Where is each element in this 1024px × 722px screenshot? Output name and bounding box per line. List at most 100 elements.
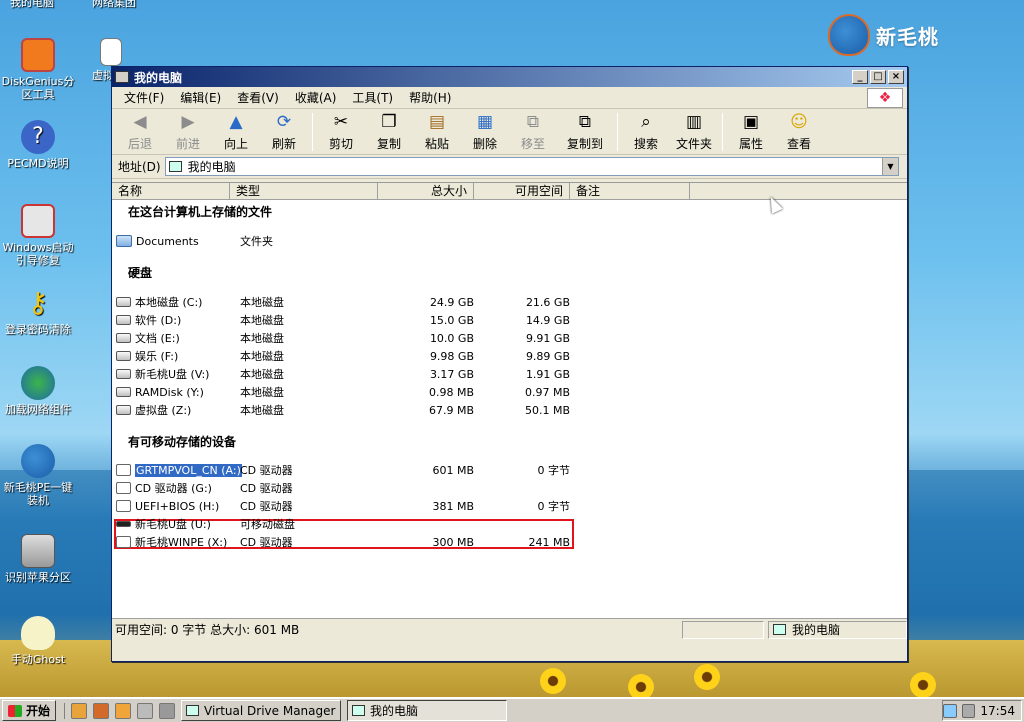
desktop-icon-diskgenius[interactable]: DiskGenius分 区工具 bbox=[0, 38, 80, 101]
list-item[interactable]: 文档 (E:) 本地磁盘 10.0 GB 9.91 GB bbox=[116, 329, 570, 347]
list-item[interactable]: CD 驱动器 (G:) CD 驱动器 bbox=[116, 479, 293, 497]
cut-button[interactable]: ✂ 剪切 bbox=[317, 111, 365, 152]
installer-icon bbox=[21, 444, 55, 478]
close-button[interactable]: × bbox=[888, 70, 904, 84]
peach-logo-icon bbox=[828, 14, 870, 56]
list-item[interactable]: 新毛桃U盘 (V:) 本地磁盘 3.17 GB 1.91 GB bbox=[116, 365, 570, 383]
desktop-label-network[interactable]: 网络集团 bbox=[92, 0, 136, 10]
item-type: 本地磁盘 bbox=[240, 332, 284, 345]
forward-button[interactable]: ▶ 前进 bbox=[164, 111, 212, 152]
menu-favorites[interactable]: 收藏(A) bbox=[287, 87, 345, 108]
desktop-icon-network[interactable]: 加载网络组件 bbox=[0, 366, 80, 416]
desktop-icon-ghost[interactable]: 手动Ghost bbox=[0, 616, 80, 666]
search-button[interactable]: ⌕ 搜索 bbox=[622, 111, 670, 152]
item-name: 文档 (E:) bbox=[135, 332, 180, 345]
item-name: UEFI+BIOS (H:) bbox=[135, 499, 220, 513]
maximize-button[interactable]: □ bbox=[870, 70, 886, 84]
tray-usb-icon[interactable] bbox=[961, 703, 976, 718]
list-item[interactable]: 软件 (D:) 本地磁盘 15.0 GB 14.9 GB bbox=[116, 311, 570, 329]
menu-edit[interactable]: 编辑(E) bbox=[172, 87, 229, 108]
desktop-label-computer[interactable]: 我的电脑 bbox=[10, 0, 54, 10]
start-button[interactable]: 开始 bbox=[2, 700, 57, 721]
folder-icon bbox=[116, 235, 132, 247]
column-free[interactable]: 可用空间 bbox=[474, 183, 570, 199]
cd-drive-icon bbox=[116, 464, 131, 476]
column-name[interactable]: 名称 bbox=[112, 183, 230, 199]
menu-tools[interactable]: 工具(T) bbox=[344, 87, 401, 108]
desktop-icon-pecmd[interactable]: ? PECMD说明 bbox=[0, 120, 80, 170]
menu-view[interactable]: 查看(V) bbox=[229, 87, 287, 108]
copy-to-icon: ⧉ bbox=[578, 112, 592, 132]
list-item[interactable]: UEFI+BIOS (H:) CD 驱动器 381 MB 0 字节 bbox=[116, 497, 570, 515]
task-my-computer[interactable]: 我的电脑 bbox=[347, 700, 508, 721]
list-item-selected[interactable]: GRTMPVOL_CN (A:) CD 驱动器 601 MB 0 字节 bbox=[116, 461, 570, 479]
toolbar-label: 文件夹 bbox=[675, 137, 712, 151]
toolbar-label: 剪切 bbox=[328, 137, 353, 151]
column-total[interactable]: 总大小 bbox=[378, 183, 474, 199]
item-type: 本地磁盘 bbox=[240, 386, 284, 399]
toolbar-label: 删除 bbox=[472, 137, 497, 151]
toolbar-label: 搜索 bbox=[633, 137, 658, 151]
key-icon: ⚷ bbox=[27, 286, 49, 319]
flower-decoration bbox=[694, 664, 720, 690]
move-to-button[interactable]: ⧉ 移至 bbox=[509, 111, 557, 152]
folders-button[interactable]: ▥ 文件夹 bbox=[670, 111, 718, 152]
item-free: 9.91 GB bbox=[525, 331, 570, 345]
computer-icon bbox=[352, 705, 366, 716]
desktop-icon-apple-partition[interactable]: 识别苹果分区 bbox=[0, 534, 80, 584]
list-item[interactable]: 虚拟盘 (Z:) 本地磁盘 67.9 MB 50.1 MB bbox=[116, 401, 570, 419]
menu-help[interactable]: 帮助(H) bbox=[401, 87, 459, 108]
views-button[interactable]: ☺ 查看 bbox=[775, 111, 823, 152]
quicklaunch-folder-icon[interactable] bbox=[115, 702, 132, 719]
task-label: 我的电脑 bbox=[370, 704, 419, 718]
copy-to-button[interactable]: ⧉ 复制到 bbox=[557, 111, 613, 152]
delete-button[interactable]: ▦ 删除 bbox=[461, 111, 509, 152]
quicklaunch-disk-icon[interactable] bbox=[137, 702, 154, 719]
menu-file[interactable]: 文件(F) bbox=[116, 87, 172, 108]
desktop-icon-boot-repair[interactable]: Windows启动 引导修复 bbox=[0, 204, 80, 267]
window-title: 我的电脑 bbox=[134, 70, 183, 85]
quick-launch bbox=[64, 702, 176, 719]
list-item[interactable]: 本地磁盘 (C:) 本地磁盘 24.9 GB 21.6 GB bbox=[116, 293, 570, 311]
quicklaunch-eraser-icon[interactable] bbox=[159, 702, 176, 719]
item-free: 241 MB bbox=[528, 535, 570, 549]
address-dropdown-button[interactable]: ▼ bbox=[882, 158, 898, 175]
desktop-icon-password[interactable]: ⚷ 登录密码清除 bbox=[0, 286, 80, 336]
minimize-button[interactable]: _ bbox=[852, 70, 868, 84]
back-button[interactable]: ◀ 后退 bbox=[116, 111, 164, 152]
desktop-icon-label: PECMD说明 bbox=[7, 157, 69, 170]
desktop-icon-installer[interactable]: 新毛桃PE一键 装机 bbox=[0, 444, 80, 507]
paste-button[interactable]: ▤ 粘贴 bbox=[413, 111, 461, 152]
quicklaunch-app-icon[interactable] bbox=[93, 702, 110, 719]
address-field[interactable]: 我的电脑 ▼ bbox=[164, 157, 899, 176]
list-item[interactable]: 娱乐 (F:) 本地磁盘 9.98 GB 9.89 GB bbox=[116, 347, 570, 365]
column-comment[interactable]: 备注 bbox=[570, 183, 690, 199]
toolbar-label: 复制到 bbox=[566, 137, 603, 151]
list-item[interactable]: RAMDisk (Y:) 本地磁盘 0.98 MB 0.97 MB bbox=[116, 383, 570, 401]
my-computer-window: 我的电脑 _ □ × 文件(F) 编辑(E) 查看(V) 收藏(A) 工具(T)… bbox=[111, 66, 908, 662]
task-label: Virtual Drive Manager bbox=[204, 703, 336, 718]
back-arrow-icon: ◀ bbox=[133, 112, 147, 132]
address-bar: 地址(D) 我的电脑 ▼ bbox=[112, 155, 907, 179]
folders-icon: ▥ bbox=[685, 112, 703, 132]
column-type[interactable]: 类型 bbox=[230, 183, 378, 199]
list-item[interactable]: 新毛桃WINPE (X:) CD 驱动器 300 MB 241 MB bbox=[116, 533, 570, 551]
list-item[interactable]: Documents 文件夹 bbox=[116, 232, 273, 250]
window-titlebar[interactable]: 我的电脑 _ □ × bbox=[112, 67, 907, 87]
copy-button[interactable]: ❐ 复制 bbox=[365, 111, 413, 152]
refresh-button[interactable]: ⟳ 刷新 bbox=[260, 111, 308, 152]
status-bar: 可用空间: 0 字节 总大小: 601 MB 我的电脑 bbox=[112, 618, 907, 640]
properties-button[interactable]: ▣ 属性 bbox=[727, 111, 775, 152]
hard-disk-icon bbox=[116, 351, 131, 361]
address-value: 我的电脑 bbox=[187, 160, 236, 174]
up-button[interactable]: ▲ 向上 bbox=[212, 111, 260, 152]
item-free: 21.6 GB bbox=[525, 295, 570, 309]
list-item[interactable]: 新毛桃U盘 (U:) 可移动磁盘 bbox=[116, 515, 295, 533]
task-virtual-drive-manager[interactable]: Virtual Drive Manager bbox=[181, 700, 342, 721]
group-header-files: 在这台计算机上存储的文件 bbox=[128, 205, 273, 219]
desktop-icon-virtual[interactable]: 虚拟 bbox=[76, 38, 122, 82]
item-name: 新毛桃U盘 (V:) bbox=[135, 368, 210, 381]
quicklaunch-tool-icon[interactable] bbox=[71, 702, 88, 719]
tray-network-icon[interactable] bbox=[943, 703, 957, 718]
item-total: 3.17 GB bbox=[429, 367, 474, 381]
